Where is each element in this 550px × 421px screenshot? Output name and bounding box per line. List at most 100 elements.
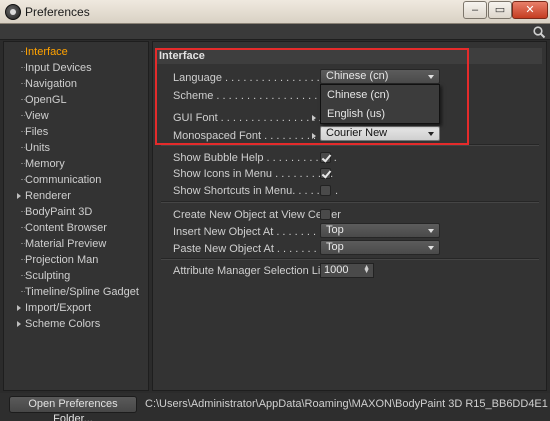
sidebar-item-view[interactable]: View bbox=[4, 108, 148, 124]
sidebar-item-label: Import/Export bbox=[25, 302, 92, 314]
spinner-arrows-icon[interactable]: ▲ ▼ bbox=[363, 264, 370, 275]
language-dropdown[interactable]: Chinese (cn) bbox=[320, 69, 440, 84]
tree-connector bbox=[21, 67, 25, 68]
tree-connector bbox=[21, 83, 25, 84]
tree-connector bbox=[21, 147, 25, 148]
preferences-sidebar: Interface Input Devices Navigation OpenG… bbox=[3, 41, 149, 391]
attribute-limit-value: 1000 bbox=[324, 264, 349, 276]
gui-font-label: GUI Font . . . . . . . . . . . . . . . .… bbox=[173, 112, 328, 124]
tree-connector bbox=[21, 179, 25, 180]
chevron-down-icon bbox=[428, 229, 434, 233]
sidebar-item-units[interactable]: Units bbox=[4, 140, 148, 156]
tree-connector bbox=[21, 243, 25, 244]
sidebar-item-label: Renderer bbox=[25, 190, 71, 202]
expand-arrow-icon[interactable] bbox=[17, 321, 21, 327]
attribute-limit-input[interactable]: 1000 ▲ ▼ bbox=[320, 263, 374, 278]
sidebar-item-label: Files bbox=[25, 126, 49, 138]
icons-in-menu-label: Show Icons in Menu . . . . . . . . . . bbox=[173, 168, 334, 180]
chevron-down-icon bbox=[428, 132, 434, 136]
sidebar-item-timeline-spline-gadget[interactable]: Timeline/Spline Gadget bbox=[4, 284, 148, 300]
expand-arrow-icon[interactable] bbox=[17, 193, 21, 199]
bubble-help-label: Show Bubble Help . . . . . . . . . . . . bbox=[173, 152, 337, 164]
tree-connector bbox=[21, 51, 25, 52]
sidebar-item-label: Sculpting bbox=[25, 270, 71, 282]
close-button[interactable]: ✕ bbox=[512, 1, 548, 19]
chevron-down-icon bbox=[428, 75, 434, 79]
sidebar-item-label: Memory bbox=[25, 158, 65, 170]
maximize-button[interactable]: ▭ bbox=[488, 1, 512, 19]
tree-connector bbox=[21, 163, 25, 164]
sidebar-item-memory[interactable]: Memory bbox=[4, 156, 148, 172]
tree-connector bbox=[21, 275, 25, 276]
tree-connector bbox=[21, 211, 25, 212]
sidebar-item-import-export[interactable]: Import/Export bbox=[4, 300, 148, 316]
language-option-english[interactable]: English (us) bbox=[327, 105, 385, 123]
language-options-popup: Chinese (cn) English (us) bbox=[320, 84, 440, 124]
sidebar-item-content-browser[interactable]: Content Browser bbox=[4, 220, 148, 236]
new-object-center-label: Create New Object at View Center bbox=[173, 209, 341, 221]
shortcuts-in-menu-checkbox[interactable] bbox=[320, 185, 331, 196]
interface-settings-panel: Interface Language . . . . . . . . . . .… bbox=[152, 41, 547, 391]
sidebar-item-material-preview[interactable]: Material Preview bbox=[4, 236, 148, 252]
divider bbox=[161, 258, 539, 260]
paste-new-object-value: Top bbox=[326, 241, 344, 253]
sidebar-item-opengl[interactable]: OpenGL bbox=[4, 92, 148, 108]
language-value: Chinese (cn) bbox=[326, 70, 389, 82]
sidebar-item-bodypaint-3d[interactable]: BodyPaint 3D bbox=[4, 204, 148, 220]
sidebar-item-communication[interactable]: Communication bbox=[4, 172, 148, 188]
tree-connector bbox=[21, 131, 25, 132]
sidebar-item-label: Projection Man bbox=[25, 254, 99, 266]
paste-new-object-dropdown[interactable]: Top bbox=[320, 240, 440, 255]
chevron-down-icon bbox=[428, 246, 434, 250]
sidebar-item-renderer[interactable]: Renderer bbox=[4, 188, 148, 204]
sidebar-item-input-devices[interactable]: Input Devices bbox=[4, 60, 148, 76]
preferences-path: C:\Users\Administrator\AppData\Roaming\M… bbox=[145, 398, 548, 410]
expand-arrow-icon[interactable] bbox=[17, 305, 21, 311]
tree-connector bbox=[21, 115, 25, 116]
sidebar-item-label: OpenGL bbox=[25, 94, 67, 106]
divider bbox=[161, 201, 539, 203]
title-bar[interactable]: Preferences – ▭ ✕ bbox=[0, 0, 550, 24]
monospaced-font-dropdown[interactable]: Courier New bbox=[320, 126, 440, 141]
sidebar-item-label: Navigation bbox=[25, 78, 77, 90]
insert-new-object-dropdown[interactable]: Top bbox=[320, 223, 440, 238]
new-object-center-checkbox[interactable] bbox=[320, 209, 331, 220]
icons-in-menu-checkbox[interactable] bbox=[320, 168, 331, 179]
sidebar-item-label: BodyPaint 3D bbox=[25, 206, 93, 218]
monospaced-font-label: Monospaced Font . . . . . . . . . . . bbox=[173, 130, 329, 142]
sidebar-item-scheme-colors[interactable]: Scheme Colors bbox=[4, 316, 148, 332]
sidebar-item-navigation[interactable]: Navigation bbox=[4, 76, 148, 92]
tree-connector bbox=[21, 259, 25, 260]
language-option-chinese[interactable]: Chinese (cn) bbox=[327, 86, 389, 104]
sidebar-item-label: Interface bbox=[25, 46, 68, 58]
sidebar-item-label: Material Preview bbox=[25, 238, 107, 250]
submenu-arrow-icon[interactable] bbox=[312, 115, 316, 121]
insert-new-object-label: Insert New Object At . . . . . . . . . . bbox=[173, 226, 335, 238]
tree-connector bbox=[21, 99, 25, 100]
monospaced-font-value: Courier New bbox=[326, 127, 388, 139]
open-preferences-folder-button[interactable]: Open Preferences Folder... bbox=[9, 396, 137, 421]
shortcuts-in-menu-label: Show Shortcuts in Menu. . . . . . . . bbox=[173, 185, 339, 197]
divider bbox=[161, 144, 539, 146]
search-icon[interactable] bbox=[532, 25, 546, 39]
sidebar-item-projection-man[interactable]: Projection Man bbox=[4, 252, 148, 268]
section-title: Interface bbox=[157, 48, 542, 64]
sidebar-item-label: Scheme Colors bbox=[25, 318, 101, 330]
sidebar-item-interface[interactable]: Interface bbox=[4, 44, 148, 60]
window-title: Preferences bbox=[25, 5, 90, 19]
attribute-limit-label: Attribute Manager Selection Limit bbox=[173, 265, 336, 277]
bubble-help-checkbox[interactable] bbox=[320, 152, 331, 163]
sidebar-item-label: Timeline/Spline Gadget bbox=[25, 286, 139, 298]
paste-new-object-label: Paste New Object At . . . . . . . . . . bbox=[173, 243, 336, 255]
sidebar-item-label: Communication bbox=[25, 174, 102, 186]
tree-connector bbox=[21, 291, 25, 292]
app-logo-icon bbox=[5, 4, 21, 20]
language-label: Language . . . . . . . . . . . . . . . .… bbox=[173, 72, 339, 84]
sidebar-item-files[interactable]: Files bbox=[4, 124, 148, 140]
submenu-arrow-icon[interactable] bbox=[312, 133, 316, 139]
sidebar-item-sculpting[interactable]: Sculpting bbox=[4, 268, 148, 284]
sidebar-item-label: Input Devices bbox=[25, 62, 92, 74]
scheme-label: Scheme . . . . . . . . . . . . . . . . .… bbox=[173, 90, 342, 102]
minimize-button[interactable]: – bbox=[463, 1, 487, 19]
sidebar-item-label: Units bbox=[25, 142, 51, 154]
